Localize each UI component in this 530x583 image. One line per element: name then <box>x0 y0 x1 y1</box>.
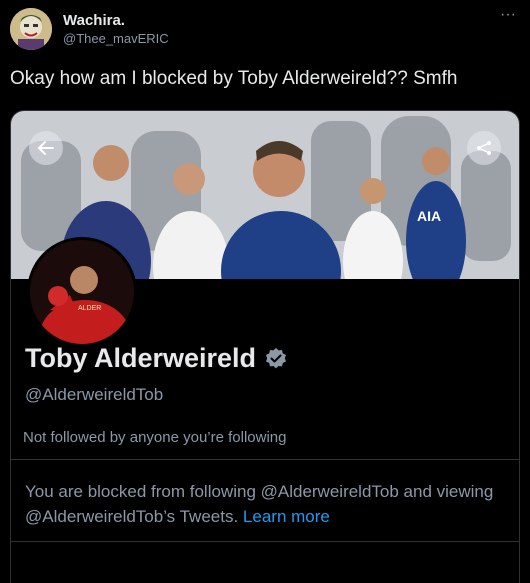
divider <box>11 459 519 460</box>
followed-by-text: Not followed by anyone you’re following <box>23 429 287 446</box>
svg-text:ALDER: ALDER <box>78 305 101 312</box>
blocked-notice: You are blocked from following @Alderwei… <box>25 479 505 529</box>
profile-handle: @AlderweireldTob <box>25 385 164 404</box>
more-button[interactable] <box>467 131 501 165</box>
verified-badge-icon <box>264 347 288 371</box>
tweet: Wachira. @Thee_mavERIC ··· Okay how am I… <box>0 0 530 583</box>
profile-name-text: Toby Alderweireld <box>25 343 257 373</box>
divider <box>11 541 519 542</box>
more-icon[interactable]: ··· <box>498 7 518 26</box>
profile-avatar[interactable]: ALDER <box>27 237 137 347</box>
author-avatar[interactable] <box>10 8 52 50</box>
profile-screenshot[interactable]: AIA ALDER Toby Alderweireld @Alderweirel… <box>10 110 520 583</box>
banner-shirt-text: AIA <box>417 208 441 224</box>
arrow-left-icon <box>37 141 54 155</box>
back-button[interactable] <box>29 131 63 165</box>
author-handle[interactable]: @Thee_mavERIC <box>63 31 169 46</box>
learn-more-link[interactable]: Learn more <box>243 507 330 526</box>
joker-avatar-icon <box>10 8 52 50</box>
share-icon <box>477 141 491 155</box>
profile-name: Toby Alderweireld <box>25 343 288 374</box>
author-name[interactable]: Wachira. <box>63 12 125 29</box>
tweet-text: Okay how am I blocked by Toby Alderweire… <box>10 68 458 89</box>
